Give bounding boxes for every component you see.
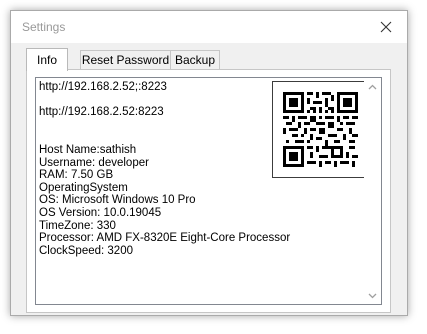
window-title: Settings bbox=[22, 20, 66, 34]
title-bar: Settings bbox=[11, 11, 407, 43]
info-line: http://192.168.2.52;:8223 bbox=[39, 81, 167, 93]
tab-info-label: Info bbox=[36, 53, 57, 67]
info-lines: http://192.168.2.52;:8223 http://192.168… bbox=[39, 81, 290, 257]
close-icon bbox=[380, 21, 392, 33]
vertical-scrollbar[interactable] bbox=[364, 78, 381, 304]
tab-info[interactable]: Info bbox=[26, 48, 68, 71]
info-line: Host Name:sathish bbox=[39, 143, 137, 156]
scroll-up-button[interactable] bbox=[364, 78, 381, 95]
info-line: Processor: AMD FX-8320E Eight-Core Proce… bbox=[39, 232, 291, 245]
info-line bbox=[39, 119, 290, 132]
info-line bbox=[39, 131, 290, 144]
info-line: TimeZone: 330 bbox=[39, 219, 116, 232]
info-line: ClockSpeed: 3200 bbox=[39, 244, 133, 257]
info-line: http://192.168.2.52:8223 bbox=[39, 106, 164, 119]
tab-reset-password-label: Reset Password bbox=[81, 53, 170, 67]
chevron-down-icon bbox=[368, 293, 377, 298]
info-line bbox=[39, 94, 290, 107]
qr-code-icon bbox=[283, 92, 358, 167]
tab-backup-label: Backup bbox=[174, 53, 216, 67]
info-textbox[interactable]: http://192.168.2.52;:8223 http://192.168… bbox=[35, 77, 382, 305]
info-line: RAM: 7.50 GB bbox=[39, 169, 114, 182]
info-line: OperatingSystem bbox=[39, 181, 128, 194]
scroll-down-button[interactable] bbox=[364, 287, 381, 304]
tab-reset-password[interactable]: Reset Password bbox=[80, 50, 171, 69]
info-line: Username: developer bbox=[39, 156, 149, 169]
info-line: OS: Microsoft Windows 10 Pro bbox=[39, 194, 196, 207]
info-tab-panel: http://192.168.2.52;:8223 http://192.168… bbox=[26, 69, 391, 313]
close-button[interactable] bbox=[365, 11, 407, 43]
info-line: OS Version: 10.0.19045 bbox=[39, 206, 162, 219]
tab-backup[interactable]: Backup bbox=[170, 50, 220, 69]
chevron-up-icon bbox=[368, 84, 377, 89]
qr-code bbox=[272, 81, 369, 178]
settings-window: Settings Info Reset Password Backup http… bbox=[10, 10, 408, 316]
